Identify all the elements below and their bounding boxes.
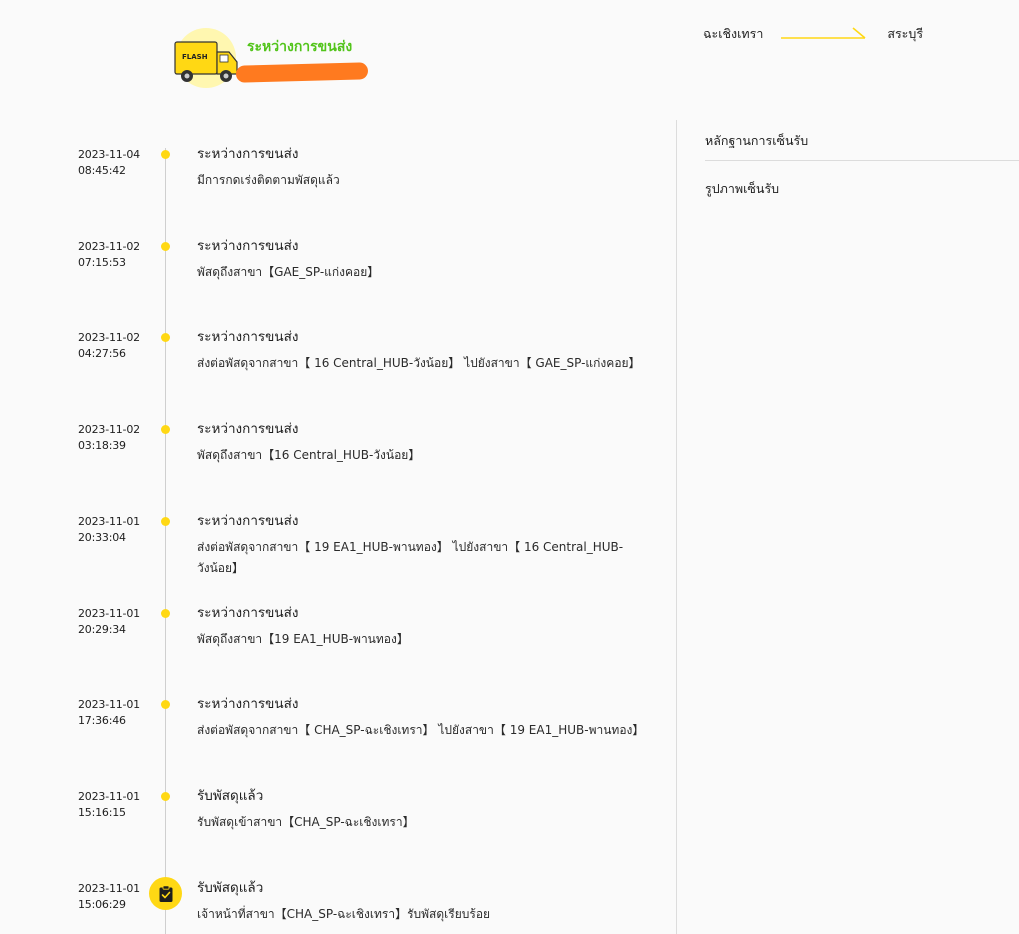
event-description: พัสดุถึงสาขา【19 EA1_HUB-พานทอง】 — [197, 632, 409, 646]
event-title: ระหว่างการขนส่ง — [197, 696, 299, 712]
event-time: 04:27:56 — [78, 347, 126, 360]
timeline-event: 2023-11-02 03:18:39 ระหว่างการขนส่ง พัสด… — [0, 421, 676, 502]
panel-divider — [676, 120, 677, 934]
event-description: รับพัสดุเข้าสาขา【CHA_SP-ฉะเชิงเทรา】 — [197, 815, 415, 829]
timeline-event: 2023-11-01 20:33:04 ระหว่างการขนส่ง ส่งต… — [0, 513, 676, 594]
event-title: ระหว่างการขนส่ง — [197, 605, 299, 621]
event-description: มีการกดเร่งติดตามพัสดุแล้ว — [197, 173, 340, 187]
event-description: ส่งต่อพัสดุจากสาขา【 19 EA1_HUB-พานทอง】 ไ… — [197, 540, 624, 575]
event-title: ระหว่างการขนส่ง — [197, 513, 299, 529]
event-time: 03:18:39 — [78, 439, 126, 452]
tracking-page: FLASH ระหว่างการขนส่ง ฉะเชิงเทรา สระบุรี… — [0, 0, 1019, 934]
event-date: 2023-11-04 — [78, 148, 140, 161]
timeline-dot — [161, 609, 170, 618]
event-title: ระหว่างการขนส่ง — [197, 238, 299, 254]
delivery-truck-icon: FLASH — [168, 24, 240, 90]
timeline-event: 2023-11-01 17:36:46 ระหว่างการขนส่ง ส่งต… — [0, 696, 676, 777]
timeline-event: 2023-11-01 15:16:15 รับพัสดุแล้ว รับพัสด… — [0, 788, 676, 869]
event-title: ระหว่างการขนส่ง — [197, 421, 299, 437]
side-panel-divider — [705, 160, 1019, 161]
route-origin: ฉะเชิงเทรา — [703, 26, 764, 41]
event-time: 20:33:04 — [78, 531, 126, 544]
event-description: ส่งต่อพัสดุจากสาขา【 16 Central_HUB-วังน้… — [197, 356, 641, 370]
timeline-event: 2023-11-04 08:45:42 ระหว่างการขนส่ง มีกา… — [0, 146, 676, 227]
event-description: เจ้าหน้าที่สาขา【CHA_SP-ฉะเชิงเทรา】รับพัส… — [197, 907, 491, 921]
route-arrow-icon — [779, 26, 871, 42]
event-title: ระหว่างการขนส่ง — [197, 146, 299, 162]
redacted-tracking-number — [235, 62, 369, 83]
event-date: 2023-11-01 — [78, 882, 140, 895]
event-title: ระหว่างการขนส่ง — [197, 329, 299, 345]
timeline-event: 2023-11-02 07:15:53 ระหว่างการขนส่ง พัสด… — [0, 238, 676, 319]
event-date: 2023-11-01 — [78, 607, 140, 620]
route-destination: สระบุรี — [887, 26, 924, 41]
shipment-status-title: ระหว่างการขนส่ง — [247, 39, 353, 55]
timeline-dot — [161, 333, 170, 342]
timeline-event: 2023-11-01 15:06:29 รับพัสดุแล้ว เจ้าหน้… — [0, 877, 676, 934]
route-indicator: ฉะเชิงเทรา สระบุรี — [703, 26, 923, 42]
timeline-dot — [161, 242, 170, 251]
timeline-dot — [161, 517, 170, 526]
event-date: 2023-11-01 — [78, 790, 140, 803]
event-date: 2023-11-02 — [78, 331, 140, 344]
timeline-dot — [161, 792, 170, 801]
timeline-dot — [161, 150, 170, 159]
timeline-event: 2023-11-01 20:29:34 ระหว่างการขนส่ง พัสด… — [0, 605, 676, 686]
event-time: 17:36:46 — [78, 714, 126, 727]
event-time: 15:06:29 — [78, 898, 126, 911]
event-date: 2023-11-01 — [78, 698, 140, 711]
event-description: พัสดุถึงสาขา【16 Central_HUB-วังน้อย】 — [197, 448, 421, 462]
event-time: 20:29:34 — [78, 623, 126, 636]
event-title: รับพัสดุแล้ว — [197, 788, 264, 804]
clipboard-check-icon — [149, 877, 182, 910]
event-time: 07:15:53 — [78, 256, 126, 269]
event-date: 2023-11-02 — [78, 240, 140, 253]
event-title: รับพัสดุแล้ว — [197, 880, 264, 896]
svg-text:FLASH: FLASH — [182, 53, 208, 61]
proof-of-delivery-link[interactable]: หลักฐานการเซ็นรับ — [705, 131, 808, 151]
event-description: ส่งต่อพัสดุจากสาขา【 CHA_SP-ฉะเชิงเทรา】 ไ… — [197, 723, 645, 737]
timeline-dot — [161, 425, 170, 434]
event-time: 15:16:15 — [78, 806, 126, 819]
signature-photo-link[interactable]: รูปภาพเซ็นรับ — [705, 179, 779, 199]
timeline-dot — [161, 700, 170, 709]
event-date: 2023-11-01 — [78, 515, 140, 528]
event-description: พัสดุถึงสาขา【GAE_SP-แก่งคอย】 — [197, 265, 380, 279]
event-date: 2023-11-02 — [78, 423, 140, 436]
event-time: 08:45:42 — [78, 164, 126, 177]
timeline-event: 2023-11-02 04:27:56 ระหว่างการขนส่ง ส่งต… — [0, 329, 676, 410]
